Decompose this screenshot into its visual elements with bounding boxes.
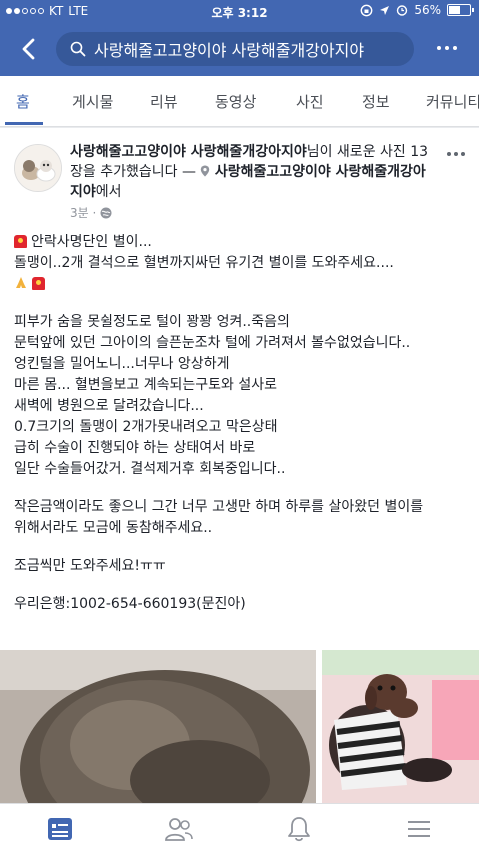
post-line: 마른 몸... 혈변을보고 계속되는구토와 설사로	[14, 377, 277, 393]
alarm-icon	[397, 5, 408, 16]
tab-community[interactable]: 커뮤니티	[426, 91, 479, 112]
post-options-button[interactable]	[447, 152, 465, 156]
post-photos	[0, 650, 479, 803]
menu-icon[interactable]	[404, 814, 434, 844]
battery-icon	[447, 4, 474, 16]
tab-home[interactable]: 홈	[16, 91, 30, 112]
bottom-tab-bar	[0, 803, 479, 854]
search-query: 사랑해줄고고양이야 사랑해줄개강아지야	[94, 41, 365, 60]
friends-icon[interactable]	[164, 814, 194, 844]
praying-hands-emoji-icon	[16, 277, 26, 288]
post-line: 피부가 숨을 못쉴정도로 털이 꽝꽝 엉켜..죽음의	[14, 314, 290, 330]
page-tabs: 홈 게시물 리뷰 동영상 사진 정보 커뮤니티	[0, 76, 479, 127]
tab-photos[interactable]: 사진	[296, 91, 324, 112]
post-line: 우리은행:1002-654-660193(문진아)	[14, 596, 246, 612]
post-card: 사랑해줄고고양이야 사랑해줄개강아지야님이 새로운 사진 13장을 추가했습니다…	[0, 128, 479, 803]
post-photo-matted-fur[interactable]	[0, 650, 316, 803]
post-body: 안락사명단인 별이... 돌맹이..2개 결석으로 혈변까지싸던 유기견 별이를…	[14, 232, 469, 615]
post-line: 위해서라도 모금에 동참해주세요..	[14, 520, 213, 536]
post-line: 엉킨털을 밀어노니...너무나 앙상하게	[14, 356, 230, 372]
tab-reviews[interactable]: 리뷰	[150, 91, 178, 112]
tab-posts[interactable]: 게시물	[72, 91, 113, 112]
post-location-suffix: 에서	[95, 184, 122, 200]
search-icon	[70, 41, 86, 57]
post-timestamp[interactable]: 3분 ·	[70, 204, 96, 221]
status-bar: KT LTE 오후 3:12 56%	[0, 0, 479, 22]
page-avatar[interactable]	[14, 144, 62, 192]
post-photo-dog[interactable]	[322, 650, 479, 803]
post-line: 돌맹이..2개 결석으로 혈변까지싸던 유기견 별이를 도와주세요....	[14, 255, 394, 271]
news-feed-icon[interactable]	[45, 814, 75, 844]
back-arrow-icon[interactable]	[14, 34, 44, 64]
search-bar[interactable]: 사랑해줄고고양이야 사랑해줄개강아지야	[56, 32, 414, 66]
avatar-image	[15, 145, 61, 191]
post-line: 급히 수술이 진행되야 하는 상태여서 바로	[14, 440, 256, 456]
globe-icon	[100, 207, 112, 218]
active-tab-indicator	[5, 122, 43, 125]
rotation-lock-icon	[360, 4, 373, 16]
post-line: 조금씩만 도와주세요!ㅠㅠ	[14, 558, 166, 574]
post-line: 작은금액이라도 좋으니 그간 너무 고생만 하며 하루를 살아왔던 별이를	[14, 499, 424, 515]
post-author-link[interactable]: 사랑해줄고고양이야 사랑해줄개강아지야	[70, 144, 307, 160]
notifications-bell-icon[interactable]	[284, 814, 314, 844]
post-meta: 3분 ·	[70, 204, 112, 221]
post-line: 0.7크기의 돌맹이 2개가못내려오고 막은상태	[14, 419, 278, 435]
siren-emoji-icon	[14, 235, 27, 248]
post-line: 문턱앞에 있던 그아이의 슬픈눈조차 털에 가려져서 볼수없었습니다..	[14, 335, 411, 351]
more-options-button[interactable]	[437, 46, 457, 50]
post-line: 일단 수술들어갔거. 결석제거후 회복중입니다..	[14, 461, 286, 477]
tab-videos[interactable]: 동영상	[215, 91, 256, 112]
battery-percent: 56%	[414, 3, 441, 17]
post-header-text: 사랑해줄고고양이야 사랑해줄개강아지야님이 새로운 사진 13장을 추가했습니다…	[70, 142, 438, 202]
app-header: KT LTE 오후 3:12 56% 사랑해줄고고양이야 사랑해줄개강아지야	[0, 0, 479, 76]
post-line: 안락사명단인 별이...	[31, 234, 152, 250]
siren-emoji-icon	[32, 277, 45, 290]
tab-about[interactable]: 정보	[362, 91, 390, 112]
location-arrow-icon	[380, 5, 390, 15]
location-pin-icon	[201, 165, 210, 177]
post-line: 새벽에 병원으로 달려갔습니다...	[14, 398, 204, 414]
